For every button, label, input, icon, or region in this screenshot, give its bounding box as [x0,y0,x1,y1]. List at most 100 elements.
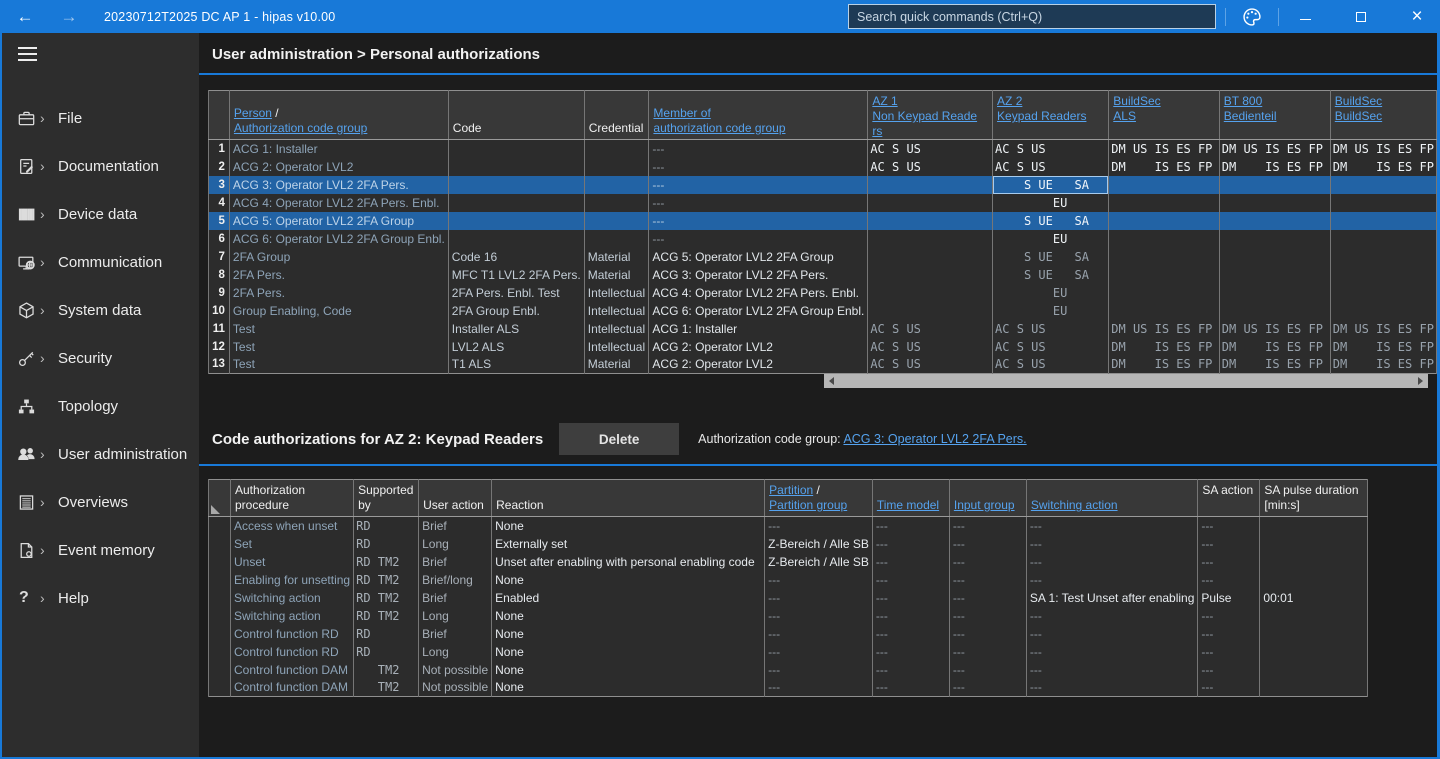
cell-ig[interactable]: --- [949,607,1026,625]
authorization-code-group-link[interactable]: ACG 3: Operator LVL2 2FA Pers. [843,432,1026,446]
cell-re[interactable]: None [492,571,765,589]
cell-b3[interactable] [1330,212,1436,230]
cell-tm[interactable]: --- [872,553,949,571]
cell-az1[interactable]: AC S US [868,158,993,176]
cell-proc[interactable]: Enabling for unsetting [231,571,354,589]
cell-re[interactable]: None [492,625,765,643]
cell-b3[interactable]: DM IS ES FP [1330,356,1436,374]
cell-b1[interactable] [1109,194,1220,212]
cell-b2[interactable]: DM IS ES FP [1219,356,1330,374]
row-number[interactable]: 8 [209,266,230,284]
cell-cred[interactable]: Intellectual [584,320,649,338]
cell-saa[interactable]: --- [1198,535,1260,553]
cell-re[interactable]: Unset after enabling with personal enabl… [492,553,765,571]
cell-part[interactable]: --- [765,589,873,607]
cell-sup[interactable]: RD TM2 [354,607,419,625]
cell-sa[interactable]: --- [1026,661,1198,679]
member-of-link[interactable]: Member of [653,106,710,120]
cell-az2[interactable]: AC S US [993,320,1109,338]
cell-re[interactable]: None [492,517,765,535]
row-gutter[interactable] [209,553,231,571]
cell-ig[interactable]: --- [949,571,1026,589]
row-number[interactable]: 13 [209,356,230,374]
cell-cred[interactable]: Intellectual [584,302,649,320]
cell-member[interactable]: ACG 3: Operator LVL2 2FA Pers. [649,266,868,284]
cell-az2[interactable]: EU [993,194,1109,212]
cell-cred[interactable]: Material [584,266,649,284]
time-model-link[interactable]: Time model [877,498,939,512]
cell-sa[interactable]: --- [1026,607,1198,625]
cell-re[interactable]: None [492,607,765,625]
cell-tm[interactable]: --- [872,589,949,607]
cell-member[interactable]: ACG 4: Operator LVL2 2FA Pers. Enbl. [649,284,868,302]
sidebar-item-device-data[interactable]: ›Device data [2,190,199,238]
cell-proc[interactable]: Control function DAM [231,661,354,679]
rs-link[interactable]: rs [872,124,882,138]
cell-cred[interactable] [584,176,649,194]
cell-az1[interactable] [868,248,993,266]
cell-b1[interactable] [1109,284,1220,302]
cell-person[interactable]: Test [229,338,448,356]
cell-part[interactable]: --- [765,661,873,679]
cell-part[interactable]: Z-Bereich / Alle SB [765,553,873,571]
cell-person[interactable]: ACG 5: Operator LVL2 2FA Group [229,212,448,230]
cell-ua[interactable]: Long [419,643,492,661]
cell-ua[interactable]: Brief [419,517,492,535]
cell-cred[interactable]: Material [584,248,649,266]
cell-az2[interactable]: S UE SA [993,248,1109,266]
cell-re[interactable]: Externally set [492,535,765,553]
cell-re[interactable]: Enabled [492,589,765,607]
forward-arrow-icon[interactable]: → [58,0,80,33]
cell-saa[interactable]: --- [1198,661,1260,679]
cell-az2[interactable]: S UE SA [993,176,1109,194]
cell-b1[interactable]: DM IS ES FP [1109,356,1220,374]
cell-code[interactable]: 2FA Group Enbl. [448,302,584,320]
sidebar-item-overviews[interactable]: ›Overviews [2,478,199,526]
cell-person[interactable]: 2FA Pers. [229,284,448,302]
cell-part[interactable]: --- [765,607,873,625]
cell-member[interactable]: --- [649,212,868,230]
cell-person[interactable]: 2FA Pers. [229,266,448,284]
cell-b3[interactable] [1330,248,1436,266]
cell-member[interactable]: ACG 6: Operator LVL2 2FA Group Enbl. [649,302,868,320]
cell-az2[interactable]: S UE SA [993,212,1109,230]
cell-sap[interactable] [1260,553,1368,571]
cell-b2[interactable]: DM US IS ES FP [1219,140,1330,158]
cell-proc[interactable]: Set [231,535,354,553]
cell-az2[interactable]: EU [993,302,1109,320]
row-gutter[interactable] [209,625,231,643]
minimize-button[interactable] [1288,0,1322,33]
row-number[interactable]: 7 [209,248,230,266]
cell-code[interactable] [448,194,584,212]
row-gutter[interactable] [209,517,231,535]
cell-proc[interactable]: Switching action [231,607,354,625]
search-input[interactable] [848,4,1216,29]
cell-az2[interactable]: EU [993,230,1109,248]
cell-person[interactable]: ACG 2: Operator LVL2 [229,158,448,176]
az-1-link[interactable]: AZ 1 [872,94,897,108]
cell-sup[interactable]: RD [354,643,419,661]
cell-b1[interactable]: DM US IS ES FP [1109,140,1220,158]
cell-code[interactable] [448,158,584,176]
cell-member[interactable]: --- [649,230,868,248]
bt-800-link[interactable]: BT 800 [1224,94,1262,108]
cell-code[interactable]: MFC T1 LVL2 2FA Pers. [448,266,584,284]
row-number[interactable]: 4 [209,194,230,212]
row-number[interactable]: 6 [209,230,230,248]
cell-code[interactable]: Installer ALS [448,320,584,338]
authorization-code-group-link[interactable]: authorization code group [653,121,785,135]
non-keypad-reade-link[interactable]: Non Keypad Reade [872,109,977,123]
cell-ig[interactable]: --- [949,679,1026,697]
cell-tm[interactable]: --- [872,571,949,589]
cell-ua[interactable]: Not possible [419,679,492,697]
person-link[interactable]: Person [234,106,272,120]
partition-group-link[interactable]: Partition group [769,498,847,512]
partition-link[interactable]: Partition [769,483,813,497]
row-gutter[interactable] [209,679,231,697]
cell-b1[interactable] [1109,266,1220,284]
cell-b2[interactable] [1219,176,1330,194]
az-2-link[interactable]: AZ 2 [997,94,1022,108]
cell-sup[interactable]: RD TM2 [354,553,419,571]
cell-b3[interactable] [1330,266,1436,284]
scroll-left-arrow-icon[interactable] [829,377,834,385]
